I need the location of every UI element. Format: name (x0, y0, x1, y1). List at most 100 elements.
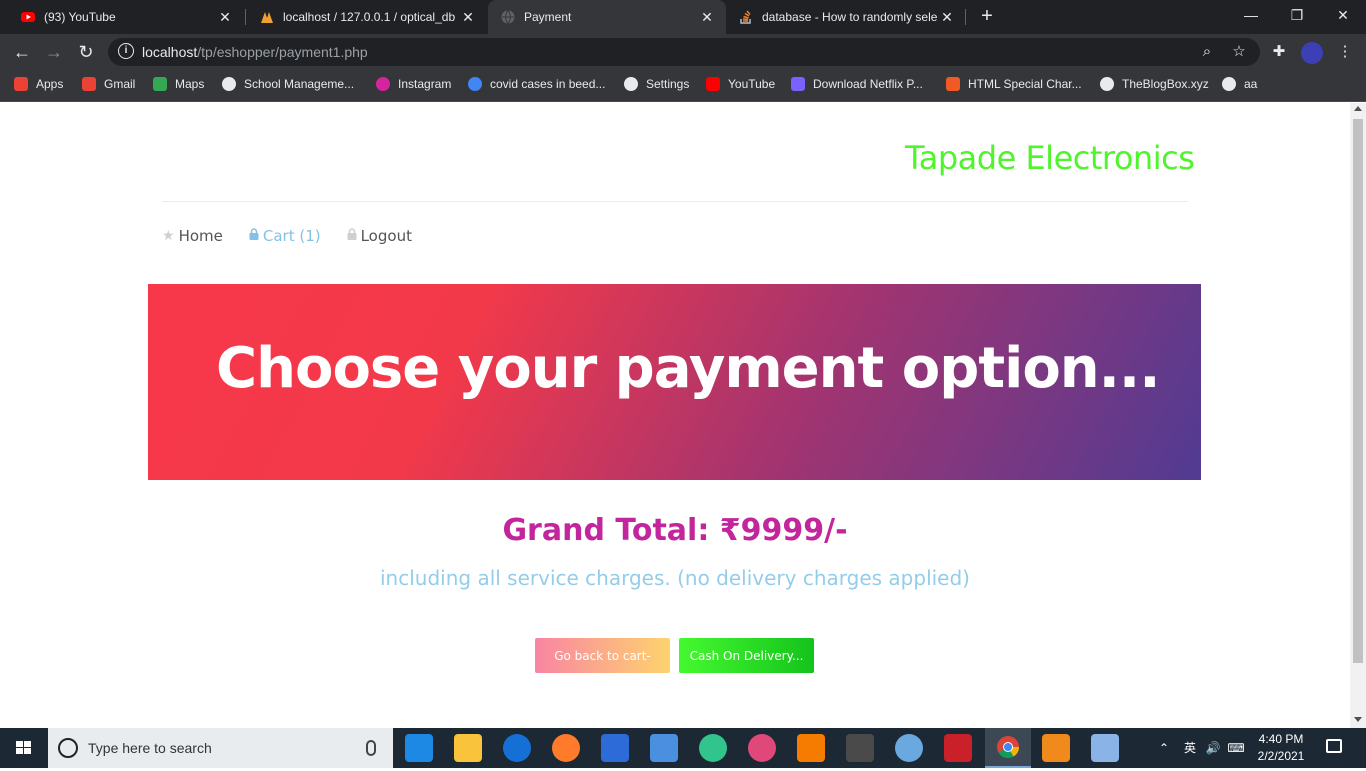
sublime-text-icon[interactable] (846, 734, 874, 762)
bookmark-item[interactable]: HTML Special Char... (946, 77, 1082, 91)
forward-button[interactable]: → (42, 40, 66, 64)
bookmark-label: TheBlogBox.xyz (1122, 77, 1209, 91)
close-window-button[interactable]: ✕ (1320, 0, 1366, 34)
search-input[interactable]: Type here to search (88, 740, 212, 756)
menu-kebab-icon[interactable]: ⋮ (1336, 43, 1354, 61)
back-button[interactable]: ← (10, 40, 34, 64)
taskbar-search[interactable]: Type here to search (48, 728, 393, 768)
tab-title: (93) YouTube (44, 10, 116, 24)
clock-date: 2/2/2021 (1257, 749, 1305, 763)
bookmarks-bar: Apps Gmail Maps School Manageme... Instagram… (0, 70, 1366, 102)
new-tab-button[interactable]: + (976, 5, 998, 27)
bookmark-label: aa (1244, 77, 1258, 91)
bookmark-item[interactable]: TheBlogBox.xyz (1100, 77, 1209, 91)
tab-separator (965, 9, 966, 25)
close-icon[interactable]: ✕ (698, 9, 716, 26)
gear-icon (624, 77, 638, 91)
m-logo-icon (791, 77, 805, 91)
bookmark-item[interactable]: aa (1222, 77, 1257, 91)
chevron-up-icon[interactable]: ⌃ (1156, 728, 1172, 768)
microphone-icon[interactable] (366, 740, 376, 756)
system-clock[interactable]: 4:40 PM 2/2/2021 (1244, 731, 1318, 765)
close-icon[interactable]: ✕ (216, 9, 234, 26)
tab-stackoverflow[interactable]: database - How to randomly sele ✕ (726, 0, 966, 34)
nav-home[interactable]: ★ Home (162, 227, 223, 245)
nav-label: Logout (360, 227, 412, 245)
bookmark-label: HTML Special Char... (968, 77, 1082, 91)
speaker-icon[interactable]: 🔊 (1203, 728, 1223, 768)
html-icon (946, 77, 960, 91)
store-icon[interactable] (601, 734, 629, 762)
divider (162, 201, 1188, 202)
android-studio-icon[interactable] (699, 734, 727, 762)
bookmark-label: Maps (175, 77, 205, 91)
vlc-icon[interactable] (1042, 734, 1070, 762)
minimize-button[interactable]: — (1228, 0, 1274, 34)
reload-button[interactable]: ↻ (74, 40, 98, 64)
avatar[interactable] (1301, 42, 1323, 64)
restore-button[interactable]: ❐ (1274, 0, 1320, 34)
google-icon (468, 77, 482, 91)
paint-drop-icon[interactable] (748, 734, 776, 762)
paint-palette-icon[interactable] (895, 734, 923, 762)
mail-icon[interactable] (405, 734, 433, 762)
stackoverflow-icon (738, 9, 754, 25)
clock-time: 4:40 PM (1258, 732, 1304, 746)
nav-logout[interactable]: Logout (347, 227, 412, 245)
grand-total: Grand Total: ₹9999/- (502, 513, 848, 548)
bookmark-item[interactable]: School Manageme... (222, 77, 354, 91)
tab-bar: (93) YouTube ✕ localhost / 127.0.0.1 / o… (0, 0, 1366, 34)
nav-label: Cart (1) (262, 227, 321, 245)
maps-pin-icon (153, 77, 167, 91)
vertical-scrollbar[interactable] (1350, 103, 1366, 728)
address-bar[interactable]: i localhost/tp/eshopper/payment1.php ⌕ ☆ (108, 38, 1260, 66)
extensions-icon[interactable]: ✚ (1270, 43, 1288, 61)
start-button[interactable] (0, 728, 48, 768)
tab-title: database - How to randomly sele (762, 10, 938, 24)
close-icon[interactable]: ✕ (459, 9, 477, 26)
phpmyadmin-icon (259, 9, 275, 25)
back-to-cart-button[interactable]: Go back to cart- (535, 638, 670, 673)
bookmark-star-icon[interactable]: ☆ (1230, 43, 1248, 61)
input-method-icon[interactable]: 英 (1180, 728, 1200, 768)
brand-logo[interactable]: Tapade Electronics (905, 139, 1195, 177)
bookmark-item[interactable]: covid cases in beed... (468, 77, 605, 91)
zoom-search-icon[interactable]: ⌕ (1198, 43, 1216, 61)
calendar-app-icon[interactable] (1091, 734, 1119, 762)
bookmark-item[interactable]: Apps (14, 77, 63, 91)
star-icon: ★ (162, 228, 175, 244)
bookmark-label: YouTube (728, 77, 776, 91)
scroll-up-arrow-icon[interactable] (1354, 106, 1362, 111)
tab-title: Payment (524, 10, 572, 24)
globe-icon (1222, 77, 1236, 91)
bookmark-item[interactable]: YouTube (706, 77, 775, 91)
firefox-icon[interactable] (552, 734, 580, 762)
bookmark-label: School Manageme... (244, 77, 355, 91)
network-icon[interactable]: ⌨ (1226, 728, 1246, 768)
tab-youtube[interactable]: (93) YouTube ✕ (0, 0, 244, 34)
tab-phpmyadmin[interactable]: localhost / 127.0.0.1 / optical_db ✕ (245, 0, 487, 34)
bookmark-label: Apps (36, 77, 64, 91)
scroll-down-arrow-icon[interactable] (1354, 717, 1362, 722)
scroll-thumb[interactable] (1353, 119, 1363, 663)
bookmark-item[interactable]: Settings (624, 77, 689, 91)
close-icon[interactable]: ✕ (938, 9, 956, 26)
cash-on-delivery-button[interactable]: Cash On Delivery... (679, 638, 814, 673)
bookmark-item[interactable]: Download Netflix P... (791, 77, 923, 91)
news-icon[interactable] (650, 734, 678, 762)
notification-center-icon[interactable] (1326, 739, 1342, 753)
bookmark-item[interactable]: Maps (153, 77, 204, 91)
tab-payment[interactable]: Payment ✕ (488, 0, 726, 34)
bookmark-label: Settings (646, 77, 690, 91)
file-explorer-icon[interactable] (454, 734, 482, 762)
edge-icon[interactable] (503, 734, 531, 762)
instagram-icon (376, 77, 390, 91)
xampp-icon[interactable] (797, 734, 825, 762)
chrome-icon[interactable] (985, 728, 1031, 768)
info-icon[interactable]: i (118, 43, 134, 59)
bookmark-item[interactable]: Gmail (82, 77, 135, 91)
nav-cart[interactable]: Cart (1) (249, 227, 321, 245)
url-text[interactable]: localhost/tp/eshopper/payment1.php (142, 44, 368, 60)
bookmark-item[interactable]: Instagram (376, 77, 451, 91)
filezilla-icon[interactable] (944, 734, 972, 762)
